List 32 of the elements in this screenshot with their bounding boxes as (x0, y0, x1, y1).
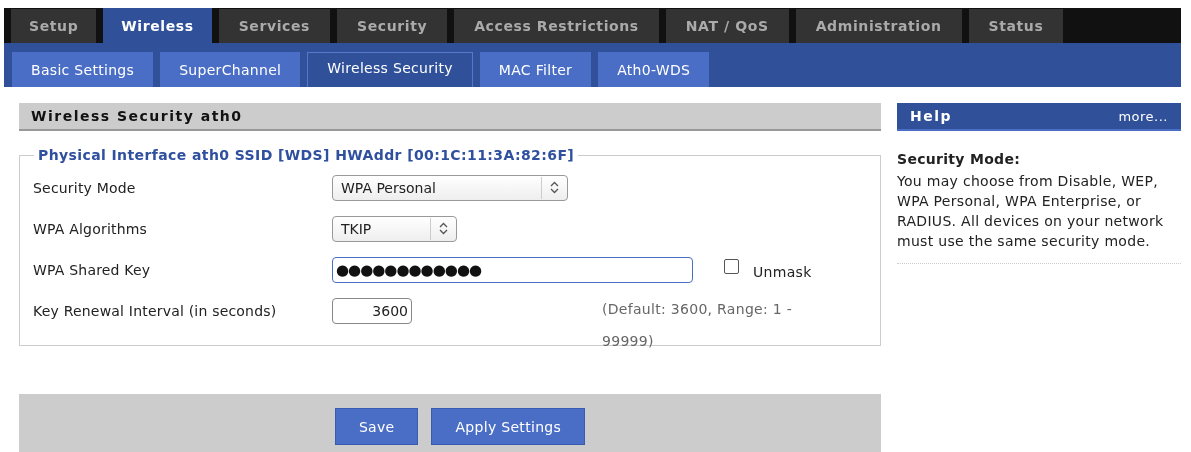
nav-tab[interactable]: Wireless (103, 8, 212, 43)
save-button[interactable]: Save (334, 408, 419, 445)
checkbox-label: Unmask (753, 263, 812, 280)
section-header: Wireless Security ath0 (19, 103, 881, 131)
dropdown[interactable]: WPA Personal (332, 174, 568, 201)
fieldset-legend: Physical Interface ath0 SSID [WDS] HWAddr [00:1C:11:3A:82:6F] (34, 147, 579, 163)
apply-button[interactable]: Apply Settings (431, 408, 586, 445)
hint-text: (Default: 3600, Range: 1 - 99999) (602, 300, 794, 351)
number-field[interactable]: 3600 (332, 297, 412, 324)
sub-tab[interactable]: Basic Settings (12, 52, 154, 87)
sub-tab[interactable]: SuperChannel (160, 52, 301, 87)
nav-tab[interactable]: Services (218, 9, 330, 43)
field-label: Key Renewal Interval (in seconds) (33, 302, 278, 319)
checkbox[interactable] (724, 259, 739, 274)
nav-tab[interactable]: NAT / QoS (665, 9, 789, 43)
field-label: WPA Shared Key (33, 261, 152, 278)
nav-tab[interactable]: Administration (795, 9, 962, 43)
dropdown[interactable]: TKIP (332, 215, 457, 242)
nav-tab[interactable]: Security (337, 9, 448, 43)
nav-tab[interactable]: Access Restrictions (454, 9, 659, 43)
help-text: You may choose from Disable, WEP, WPA Personal, WPA Enterprise, or RADIUS. All devices on your network must use the same security mode. (897, 171, 1181, 264)
nav-tab[interactable]: Status (968, 9, 1064, 43)
sub-tab[interactable]: Ath0-WDS (598, 52, 710, 87)
sub-tab[interactable]: MAC Filter (479, 52, 592, 87)
password-field[interactable]: ●●●●●●●●●●●● (332, 256, 693, 283)
help-heading: Security Mode: (897, 151, 1022, 167)
more-link[interactable]: more... (1118, 108, 1168, 124)
sub-tab[interactable]: Wireless Security (307, 52, 473, 87)
field-label: Security Mode (33, 179, 137, 196)
nav-tab[interactable]: Setup (11, 9, 97, 43)
help-title: Help (910, 108, 953, 124)
field-label: WPA Algorithms (33, 220, 149, 237)
